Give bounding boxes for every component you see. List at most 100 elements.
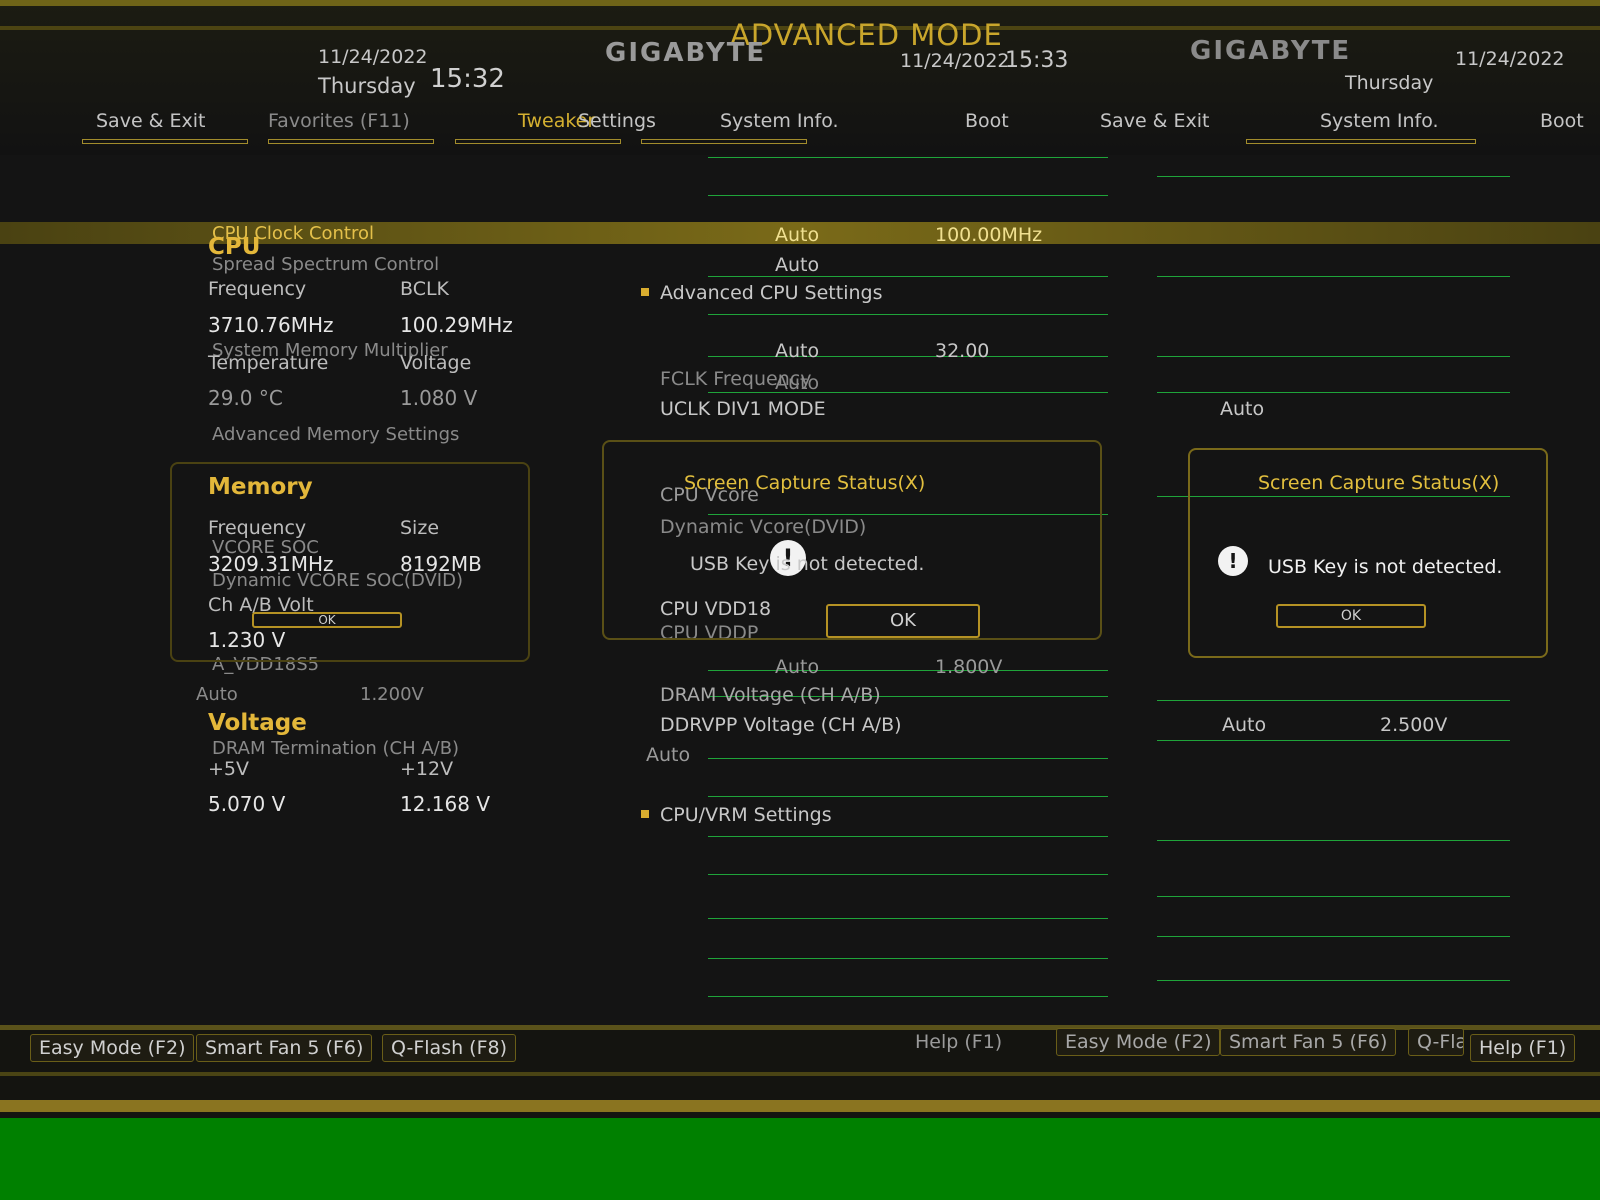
dialog-title: Screen Capture Status(X) bbox=[684, 472, 926, 494]
dram-termination-ghost: DRAM Termination (CH A/B) bbox=[212, 738, 460, 759]
tab-underline bbox=[455, 139, 621, 144]
time-display: 15:32 bbox=[430, 64, 505, 94]
help-button[interactable]: Help (F1) bbox=[1470, 1034, 1576, 1062]
cpu-frequency-label: Frequency bbox=[208, 278, 307, 300]
v12-label: +12V bbox=[400, 758, 454, 780]
uclk-value[interactable]: Auto bbox=[1220, 398, 1264, 420]
tab-boot[interactable]: Boot bbox=[965, 110, 1009, 132]
smart-fan-button[interactable]: Smart Fan 5 (F6) bbox=[196, 1034, 373, 1062]
easy-mode-button-ghost[interactable]: Easy Mode (F2) bbox=[1056, 1028, 1221, 1056]
tab-save-exit-ghost[interactable]: Save & Exit bbox=[1100, 110, 1210, 132]
dialog-message-ghost: USB Key is not detected. bbox=[1268, 556, 1503, 578]
spread-spectrum-value[interactable]: Auto bbox=[775, 254, 819, 276]
dialog-ok-button-ghost-left[interactable]: OK bbox=[252, 612, 402, 628]
cpu-vdd18-num: 1.800V bbox=[935, 656, 1003, 678]
dialog-title-ghost: Screen Capture Status(X) bbox=[1258, 472, 1500, 494]
v12-value: 12.168 V bbox=[400, 792, 491, 816]
cpu-bclk-value: 100.29MHz bbox=[400, 313, 513, 337]
row-separator bbox=[708, 836, 1108, 837]
row-separator bbox=[1157, 936, 1510, 937]
easy-mode-button[interactable]: Easy Mode (F2) bbox=[30, 1034, 195, 1062]
row-separator bbox=[1157, 840, 1510, 841]
advanced-cpu-settings[interactable]: Advanced CPU Settings bbox=[660, 282, 883, 304]
memory-multiplier-value[interactable]: Auto bbox=[775, 340, 819, 362]
tab-underline bbox=[82, 139, 248, 144]
row-separator bbox=[1157, 740, 1510, 741]
row-separator bbox=[1157, 392, 1510, 393]
a-vdd18s5-num: 1.200V bbox=[360, 684, 424, 705]
cpu-clock-mhz: 100.00MHz bbox=[935, 224, 1043, 246]
v5-value: 5.070 V bbox=[208, 792, 286, 816]
cpu-voltage-label: Voltage bbox=[400, 352, 472, 374]
tab-save-exit[interactable]: Save & Exit bbox=[96, 110, 206, 132]
tab-favorites[interactable]: Favorites (F11) bbox=[268, 110, 410, 132]
row-separator bbox=[1157, 176, 1510, 177]
row-separator bbox=[1157, 980, 1510, 981]
bullet-icon bbox=[641, 288, 649, 296]
row-separator bbox=[708, 918, 1108, 919]
screen-capture-dialog-ghost-left bbox=[170, 462, 530, 662]
row-separator bbox=[1157, 700, 1510, 701]
info-icon: ! bbox=[1218, 546, 1248, 576]
v5-label: +5V bbox=[208, 758, 250, 780]
memory-multiplier-num: 32.00 bbox=[935, 340, 990, 362]
cpu-voltage-value: 1.080 V bbox=[400, 386, 478, 410]
help-button-ghost[interactable]: Help (F1) bbox=[906, 1028, 1011, 1056]
cpu-temperature-label: Temperature bbox=[208, 352, 329, 374]
row-separator bbox=[1157, 896, 1510, 897]
day-display: Thursday bbox=[318, 74, 416, 98]
row-separator bbox=[708, 958, 1108, 959]
footer-strip bbox=[0, 1072, 1600, 1076]
dialog-ok-button[interactable]: OK bbox=[826, 604, 980, 638]
cpu-frequency-value: 3710.76MHz bbox=[208, 313, 334, 337]
spread-spectrum-ghost: Spread Spectrum Control bbox=[212, 254, 440, 275]
header-top-strip bbox=[0, 0, 1600, 6]
bios-header: ADVANCED MODE GIGABYTE GIGABYTE 11/24/20… bbox=[0, 0, 1600, 155]
ddrvpp-num: 2.500V bbox=[1380, 714, 1448, 736]
tab-underline bbox=[268, 139, 434, 144]
date-display-ghost: 11/24/2022 bbox=[900, 50, 1010, 72]
cpu-clock-value[interactable]: Auto bbox=[775, 224, 819, 246]
brand-logo-ghost: GIGABYTE bbox=[1190, 36, 1352, 66]
row-separator bbox=[708, 796, 1108, 797]
tab-system-info-ghost[interactable]: System Info. bbox=[1320, 110, 1439, 132]
voltage-heading: Voltage bbox=[208, 710, 307, 736]
row-separator bbox=[708, 392, 1108, 393]
row-separator bbox=[708, 276, 1108, 277]
dialog-ok-button-ghost[interactable]: OK bbox=[1276, 604, 1426, 628]
bullet-icon bbox=[641, 810, 649, 818]
day-display-ghost-right: Thursday bbox=[1345, 72, 1434, 94]
dram-termination-value[interactable]: Auto bbox=[646, 744, 690, 766]
time-display-ghost: 15:33 bbox=[1005, 48, 1069, 73]
qflash-button-ghost[interactable]: Q-Flash (F8) bbox=[1408, 1028, 1464, 1056]
fclk-value[interactable]: Auto bbox=[775, 372, 819, 394]
ddrvpp-voltage[interactable]: DDRVPP Voltage (CH A/B) bbox=[660, 714, 902, 736]
row-separator bbox=[708, 157, 1108, 158]
qflash-button[interactable]: Q-Flash (F8) bbox=[382, 1034, 517, 1062]
dram-voltage[interactable]: DRAM Voltage (CH A/B) bbox=[660, 684, 881, 706]
brand-logo: GIGABYTE bbox=[605, 38, 767, 68]
smart-fan-button-ghost[interactable]: Smart Fan 5 (F6) bbox=[1220, 1028, 1397, 1056]
row-separator bbox=[1157, 356, 1510, 357]
cpu-temperature-value: 29.0 °C bbox=[208, 386, 283, 410]
tab-underline bbox=[1246, 139, 1476, 144]
row-separator bbox=[708, 758, 1108, 759]
date-display: 11/24/2022 bbox=[318, 46, 428, 68]
tab-underline bbox=[641, 139, 807, 144]
cpu-bclk-label: BCLK bbox=[400, 278, 450, 300]
cpu-vrm-settings[interactable]: CPU/VRM Settings bbox=[660, 804, 832, 826]
a-vdd18s5-value[interactable]: Auto bbox=[196, 684, 238, 705]
footer-strip bbox=[0, 1100, 1600, 1112]
row-separator bbox=[1157, 276, 1510, 277]
cpu-vdd18-value[interactable]: Auto bbox=[775, 656, 819, 678]
tab-settings[interactable]: Settings bbox=[578, 110, 656, 132]
row-separator bbox=[708, 874, 1108, 875]
row-separator bbox=[708, 670, 1108, 671]
green-band bbox=[0, 1118, 1600, 1200]
date-display-ghost-right: 11/24/2022 bbox=[1455, 48, 1565, 70]
tab-system-info[interactable]: System Info. bbox=[720, 110, 839, 132]
tab-boot-ghost[interactable]: Boot bbox=[1540, 110, 1584, 132]
uclk-div1-mode[interactable]: UCLK DIV1 MODE bbox=[660, 398, 826, 420]
adv-memory-ghost: Advanced Memory Settings bbox=[212, 424, 460, 445]
ddrvpp-value[interactable]: Auto bbox=[1222, 714, 1266, 736]
